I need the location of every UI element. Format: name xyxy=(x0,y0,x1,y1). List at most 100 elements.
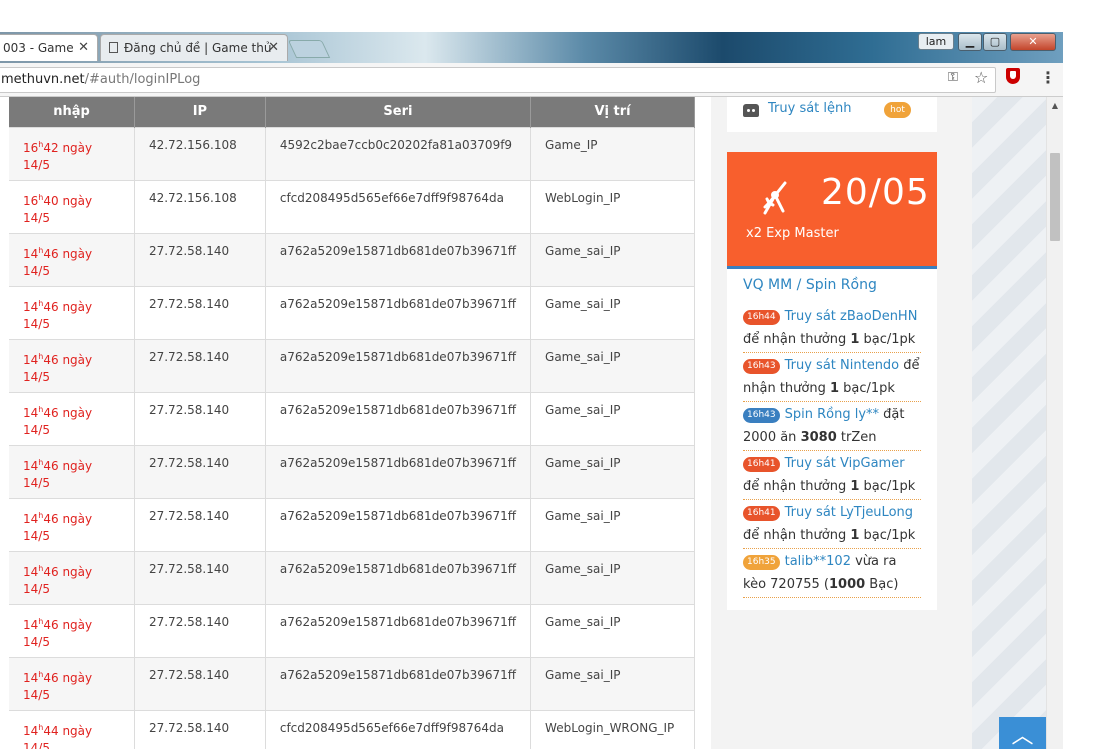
time-badge: 16h43 xyxy=(743,408,780,423)
time-rest: 46 ngày xyxy=(43,299,93,314)
time-rest: 46 ngày xyxy=(43,458,93,473)
cell-location: Game_IP xyxy=(530,126,695,180)
cell-time: 14h46 ngày 14/5 xyxy=(9,232,135,286)
news-item: 16h43 Spin Rồng ly** đặt 2000 ăn 3080 trZ… xyxy=(743,403,921,451)
table-row: 16h42 ngày 14/5 42.72.156.108 4592c2bae7ccb… xyxy=(9,126,695,180)
news-title-link[interactable]: VQ MM / Spin Rồng xyxy=(743,277,877,293)
tab-dang-chu-de[interactable]: Đăng chủ đề | Game thủ ✕ xyxy=(100,34,288,61)
time-date: 14/5 xyxy=(23,316,50,331)
time-badge: 16h43 xyxy=(743,359,780,374)
time-badge: 16h41 xyxy=(743,506,780,521)
time-badge: 16h44 xyxy=(743,310,780,325)
promo-subtitle: x2 Exp Master xyxy=(746,226,839,241)
cell-time: 14h46 ngày 14/5 xyxy=(9,603,135,657)
time-date: 14/5 xyxy=(23,422,50,437)
cell-seri: a762a5209e15871db681de07b39671ff xyxy=(265,444,532,498)
sidebar-top-card: Truy sát lệnh hot xyxy=(727,97,937,132)
news-link[interactable]: Spin Rồng ly** xyxy=(785,407,879,422)
news-item: 16h41 Truy sát VipGamer để nhận thưởng 1 … xyxy=(743,452,921,500)
cell-location: Game_sai_IP xyxy=(530,603,695,657)
cell-location: Game_sai_IP xyxy=(530,285,695,339)
chevron-up-icon: ︿ xyxy=(1011,724,1034,749)
news-link[interactable]: Truy sát LyTjeuLong xyxy=(785,505,913,520)
promo-date: 20/05 xyxy=(821,172,930,213)
time-hour: 14 xyxy=(23,511,39,526)
robot-icon xyxy=(743,104,759,117)
cell-ip: 42.72.156.108 xyxy=(134,179,266,233)
news-link[interactable]: talib**102 xyxy=(785,554,851,569)
cell-seri: cfcd208495d565ef66e7dff9f98764da xyxy=(265,179,532,233)
time-date: 14/5 xyxy=(23,528,50,543)
cell-time: 14h46 ngày 14/5 xyxy=(9,285,135,339)
table-header-row: nhập IP Seri Vị trí xyxy=(9,97,695,127)
document-icon xyxy=(109,42,118,53)
time-rest: 46 ngày xyxy=(43,564,93,579)
main-panel: nhập IP Seri Vị trí 16h42 ngày 14/5 42.72.… xyxy=(0,97,711,749)
url-input[interactable]: methuvn.net/#auth/loginIPLog xyxy=(0,67,996,93)
tab-game[interactable]: 003 - Game ✕ xyxy=(0,34,98,61)
cell-location: Game_sai_IP xyxy=(530,497,695,551)
promo-banner[interactable]: 20/05 x2 Exp Master xyxy=(727,152,937,266)
news-text-end: bạc/1pk xyxy=(859,479,916,494)
cell-location: Game_sai_IP xyxy=(530,232,695,286)
time-date: 14/5 xyxy=(23,740,50,749)
time-hour: 14 xyxy=(23,299,39,314)
time-date: 14/5 xyxy=(23,475,50,490)
vertical-scrollbar[interactable]: ▲ xyxy=(1046,97,1063,749)
news-item: 16h44 Truy sát zBaoDenHN để nhận thưởng 1… xyxy=(743,305,921,353)
cell-ip: 27.72.58.140 xyxy=(134,709,266,749)
cell-ip: 42.72.156.108 xyxy=(134,126,266,180)
table-row: 14h46 ngày 14/5 27.72.58.140 a762a5209e1587… xyxy=(9,391,695,445)
time-hour: 14 xyxy=(23,617,39,632)
scroll-to-top-button[interactable]: ︿ xyxy=(999,717,1046,749)
news-link[interactable]: Truy sát zBaoDenHN xyxy=(785,309,918,324)
time-hour: 14 xyxy=(23,405,39,420)
table-row: 14h46 ngày 14/5 27.72.58.140 a762a5209e1587… xyxy=(9,603,695,657)
truy-sat-lenh-link[interactable]: Truy sát lệnh xyxy=(768,101,852,116)
profile-button[interactable]: lam xyxy=(918,33,954,50)
shield-icon[interactable] xyxy=(1006,68,1020,84)
time-date: 14/5 xyxy=(23,157,50,172)
time-date: 14/5 xyxy=(23,581,50,596)
maximize-button[interactable]: ▢ xyxy=(983,33,1007,51)
time-badge: 16h41 xyxy=(743,457,780,472)
cell-location: Game_sai_IP xyxy=(530,550,695,604)
time-rest: 46 ngày xyxy=(43,246,93,261)
news-link[interactable]: Truy sát VipGamer xyxy=(785,456,905,471)
news-link[interactable]: Truy sát Nintendo xyxy=(785,358,900,373)
cell-ip: 27.72.58.140 xyxy=(134,656,266,710)
minimize-button[interactable]: ▁ xyxy=(958,33,982,51)
scrollbar-thumb[interactable] xyxy=(1050,153,1060,241)
table-row: 14h46 ngày 14/5 27.72.58.140 a762a5209e1587… xyxy=(9,497,695,551)
cell-location: Game_sai_IP xyxy=(530,444,695,498)
table-row: 14h46 ngày 14/5 27.72.58.140 a762a5209e1587… xyxy=(9,656,695,710)
key-icon[interactable]: ⚿ xyxy=(948,70,958,85)
cell-seri: a762a5209e15871db681de07b39671ff xyxy=(265,497,532,551)
close-icon[interactable]: ✕ xyxy=(78,40,89,55)
close-icon[interactable]: ✕ xyxy=(268,40,279,55)
time-rest: 46 ngày xyxy=(43,405,93,420)
star-icon[interactable]: ☆ xyxy=(974,68,988,87)
cell-ip: 27.72.58.140 xyxy=(134,550,266,604)
close-window-button[interactable]: ✕ xyxy=(1010,33,1056,51)
news-text: để nhận thưởng xyxy=(743,479,851,494)
table-row: 16h40 ngày 14/5 42.72.156.108 cfcd208495d56… xyxy=(9,179,695,233)
time-hour: 14 xyxy=(23,458,39,473)
table-row: 14h46 ngày 14/5 27.72.58.140 a762a5209e1587… xyxy=(9,285,695,339)
login-ip-log-table: nhập IP Seri Vị trí 16h42 ngày 14/5 42.72.… xyxy=(9,97,695,749)
scroll-up-arrow-icon[interactable]: ▲ xyxy=(1047,101,1063,110)
cell-time: 14h46 ngày 14/5 xyxy=(9,656,135,710)
time-date: 14/5 xyxy=(23,634,50,649)
time-date: 14/5 xyxy=(23,263,50,278)
time-hour: 14 xyxy=(23,352,39,367)
time-hour: 14 xyxy=(23,723,39,738)
news-text-end: trZen xyxy=(836,430,877,445)
time-rest: 46 ngày xyxy=(43,352,93,367)
menu-icon[interactable]: ⋮ xyxy=(1040,68,1056,87)
cell-seri: a762a5209e15871db681de07b39671ff xyxy=(265,232,532,286)
news-text-end: bạc/1pk xyxy=(859,528,916,543)
cell-seri: a762a5209e15871db681de07b39671ff xyxy=(265,285,532,339)
cell-ip: 27.72.58.140 xyxy=(134,603,266,657)
table-row: 14h46 ngày 14/5 27.72.58.140 a762a5209e1587… xyxy=(9,550,695,604)
cell-location: Game_sai_IP xyxy=(530,656,695,710)
